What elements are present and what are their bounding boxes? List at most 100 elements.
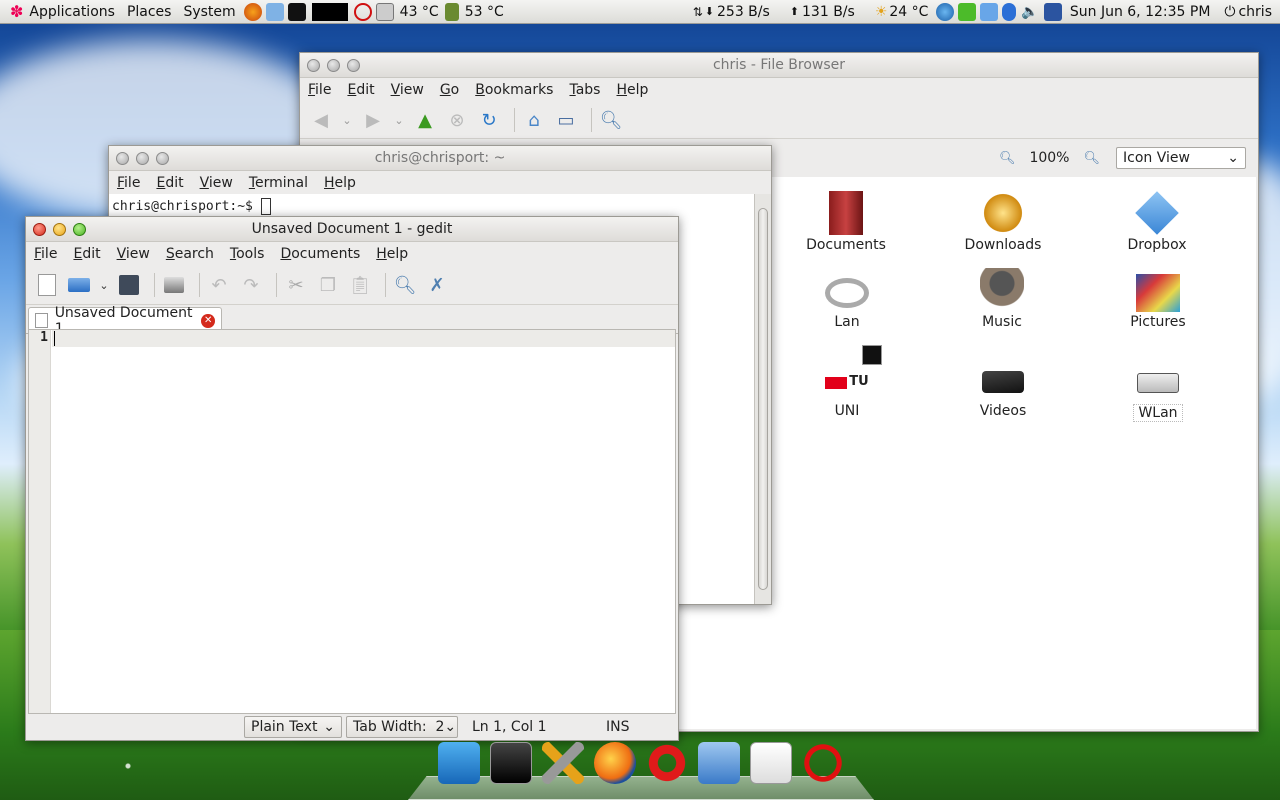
text-editor-icon[interactable]	[750, 742, 792, 784]
menu-search[interactable]: Search	[158, 246, 222, 262]
minimize-button[interactable]	[136, 151, 149, 165]
close-tab-icon[interactable]: ✕	[201, 313, 216, 328]
update-check-icon[interactable]	[958, 2, 977, 21]
language-select[interactable]: Plain Text ⌄	[244, 716, 342, 738]
search-icon[interactable]: 🔍︎	[598, 107, 624, 133]
minimize-button[interactable]	[327, 58, 340, 72]
print-icon[interactable]	[161, 272, 187, 298]
tab-width-select[interactable]: Tab Width: 2 ⌄	[346, 716, 458, 738]
menu-tabs[interactable]: Tabs	[561, 82, 608, 98]
copy-icon[interactable]: ❐	[315, 272, 341, 298]
menu-help[interactable]: Help	[368, 246, 416, 262]
folder-pictures[interactable]: Pictures	[1103, 268, 1213, 330]
minimize-button[interactable]	[53, 222, 66, 236]
terminal-titlebar[interactable]: chris@chrisport: ~	[109, 146, 771, 171]
system-monitor-graph[interactable]	[311, 2, 348, 21]
bluetooth-icon[interactable]	[1002, 2, 1017, 21]
home-folder-icon[interactable]	[698, 742, 740, 784]
menu-edit[interactable]: Edit	[148, 175, 191, 191]
messenger-icon[interactable]	[936, 2, 955, 21]
menu-file[interactable]: File	[26, 246, 65, 262]
dropbox-tray-icon[interactable]	[980, 2, 999, 21]
user-name[interactable]: chris	[1238, 4, 1272, 20]
system-tools-icon[interactable]	[542, 742, 584, 784]
folder-wlan[interactable]: WLan	[1103, 345, 1213, 422]
close-button[interactable]	[307, 58, 320, 72]
window-title: chris - File Browser	[712, 57, 846, 73]
weather-icon[interactable]: ☀	[875, 4, 888, 20]
folder-uni[interactable]: TU UNI	[792, 345, 902, 419]
folder-lan[interactable]: Lan	[792, 268, 902, 330]
menu-view[interactable]: View	[192, 175, 241, 191]
chevron-down-icon[interactable]: ⌄	[392, 107, 406, 133]
close-button[interactable]	[33, 222, 46, 236]
close-button[interactable]	[116, 151, 129, 165]
paste-icon[interactable]: 📋︎	[347, 272, 373, 298]
text-editor[interactable]: 1	[28, 329, 676, 714]
menu-edit[interactable]: Edit	[339, 82, 382, 98]
volume-icon[interactable]: 🔈	[1021, 4, 1038, 20]
cut-icon[interactable]: ✂	[283, 272, 309, 298]
firefox-launcher-icon[interactable]	[243, 2, 262, 21]
folder-music[interactable]: Music	[947, 268, 1057, 330]
chevron-down-icon[interactable]: ⌄	[340, 107, 354, 133]
save-icon[interactable]	[116, 272, 142, 298]
terminal-scrollbar[interactable]	[754, 194, 771, 604]
view-mode-select[interactable]: Icon View ⌄	[1116, 147, 1246, 169]
terminal-icon[interactable]	[490, 742, 532, 784]
folder-documents[interactable]: Documents	[791, 191, 901, 253]
menu-go[interactable]: Go	[432, 82, 467, 98]
undo-icon[interactable]: ↶	[206, 272, 232, 298]
file-browser-titlebar[interactable]: chris - File Browser	[300, 53, 1258, 78]
menu-documents[interactable]: Documents	[272, 246, 368, 262]
no-entry-icon[interactable]	[353, 2, 372, 21]
menu-terminal[interactable]: Terminal	[241, 175, 316, 191]
terminal-launcher-icon[interactable]	[287, 2, 306, 21]
maximize-button[interactable]	[73, 222, 86, 236]
redo-icon[interactable]: ↷	[238, 272, 264, 298]
new-document-icon[interactable]	[34, 272, 60, 298]
computer-icon[interactable]: ▭	[553, 107, 579, 133]
menu-view[interactable]: View	[383, 82, 432, 98]
opera-icon[interactable]	[646, 742, 688, 784]
menu-help[interactable]: Help	[608, 82, 656, 98]
folder-downloads[interactable]: Downloads	[948, 191, 1058, 253]
up-arrow-icon[interactable]: ▲	[412, 107, 438, 133]
menu-tools[interactable]: Tools	[222, 246, 273, 262]
menu-view[interactable]: View	[109, 246, 158, 262]
menu-bookmarks[interactable]: Bookmarks	[467, 82, 561, 98]
home-launcher-icon[interactable]	[265, 2, 284, 21]
menu-help[interactable]: Help	[316, 175, 364, 191]
folder-videos[interactable]: Videos	[948, 345, 1058, 419]
chevron-down-icon[interactable]: ⌄	[98, 272, 110, 298]
system-menu[interactable]: System	[177, 4, 241, 20]
forward-arrow-icon[interactable]: ▶	[360, 107, 386, 133]
clock[interactable]: Sun Jun 6, 12:35 PM	[1070, 4, 1211, 20]
menu-file[interactable]: File	[300, 82, 339, 98]
back-arrow-icon[interactable]: ◀	[308, 107, 334, 133]
gedit-titlebar[interactable]: Unsaved Document 1 - gedit	[26, 217, 678, 242]
search-replace-icon[interactable]: ✗	[424, 272, 450, 298]
gpu-temperature: 53 °C	[464, 3, 504, 20]
screen-icon[interactable]	[1043, 2, 1062, 21]
search-icon[interactable]: 🔍︎	[392, 272, 418, 298]
reload-icon[interactable]: ↻	[476, 107, 502, 133]
open-folder-icon[interactable]	[66, 272, 92, 298]
weather-temperature[interactable]: 24 °C	[889, 4, 928, 20]
stop-icon[interactable]: ⊗	[444, 107, 470, 133]
maximize-button[interactable]	[347, 58, 360, 72]
applications-menu[interactable]: Applications	[23, 4, 121, 20]
desktop-icon[interactable]	[438, 742, 480, 784]
menu-edit[interactable]: Edit	[65, 246, 108, 262]
folder-dropbox[interactable]: Dropbox	[1102, 191, 1212, 253]
zoom-in-icon[interactable]: 🔍︎	[1083, 151, 1100, 166]
home-folder-icon[interactable]: ⌂	[521, 107, 547, 133]
firefox-icon[interactable]	[594, 742, 636, 784]
scrollbar-thumb[interactable]	[758, 208, 768, 590]
shutdown-icon[interactable]	[802, 742, 844, 784]
power-icon[interactable]: ⏻	[1224, 4, 1235, 20]
places-menu[interactable]: Places	[121, 4, 178, 20]
zoom-out-icon[interactable]: 🔍︎	[999, 151, 1016, 166]
menu-file[interactable]: File	[109, 175, 148, 191]
maximize-button[interactable]	[156, 151, 169, 165]
